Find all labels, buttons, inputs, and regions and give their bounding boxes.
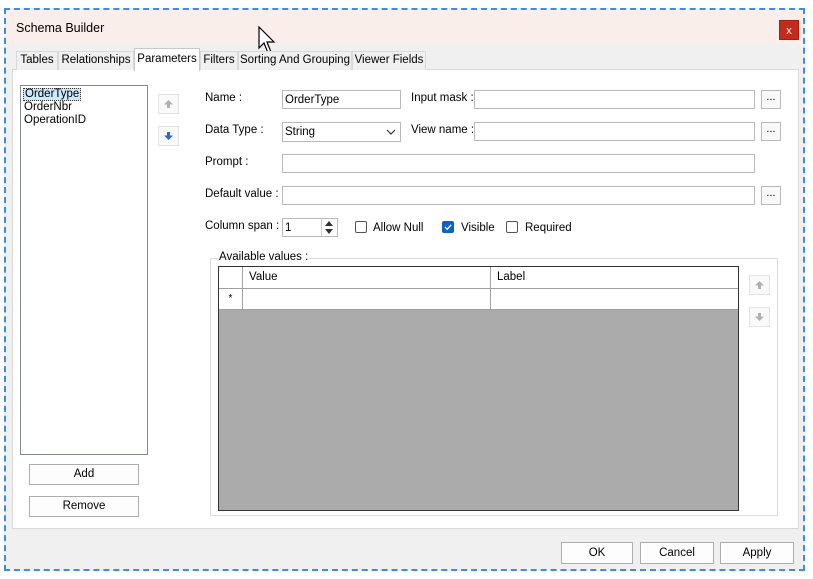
prompt-label: Prompt : [205,156,249,168]
ok-button[interactable]: OK [561,542,633,564]
move-down-button[interactable] [158,126,179,146]
cancel-button[interactable]: Cancel [640,542,714,564]
input-mask-browse-button[interactable]: ... [761,90,781,109]
column-header-value[interactable]: Value [243,267,491,289]
input-mask-label: Input mask : [411,92,474,104]
tab-filters[interactable]: Filters [200,51,238,70]
tab-tables[interactable]: Tables [16,51,58,70]
new-row-label-cell[interactable] [491,289,738,310]
close-button[interactable]: x [779,20,799,40]
window-title: Schema Builder [16,21,105,35]
arrow-down-icon [164,132,173,140]
move-up-button[interactable] [158,94,179,114]
tab-parameters[interactable]: Parameters [134,48,200,71]
allow-null-checkbox[interactable] [355,221,367,233]
arrow-up-icon [755,281,764,289]
view-name-browse-button[interactable]: ... [761,122,781,141]
default-value-browse-button[interactable]: ... [761,186,781,205]
required-checkbox[interactable] [506,221,518,233]
tab-relationships[interactable]: Relationships [58,51,134,70]
visible-checkbox[interactable] [442,221,454,233]
caret-down-icon[interactable] [325,229,333,234]
data-type-label: Data Type : [205,124,264,136]
apply-button[interactable]: Apply [720,542,794,564]
new-row-value-cell[interactable] [243,289,491,310]
column-span-label: Column span : [205,220,280,232]
chevron-down-icon [386,129,396,135]
value-move-down-button[interactable] [749,307,770,327]
required-label: Required [525,222,572,234]
name-input[interactable]: OrderType [282,90,401,109]
arrow-up-icon [164,100,173,108]
input-mask-input[interactable] [474,90,755,109]
title-bar [6,10,803,44]
list-item[interactable]: OperationID [23,114,87,127]
data-type-value: String [285,126,316,138]
value-move-up-button[interactable] [749,275,770,295]
new-row-marker: * [219,289,243,310]
grid-corner-header [219,267,243,289]
arrow-down-icon [755,313,764,321]
default-value-label: Default value : [205,188,279,200]
caret-up-icon[interactable] [325,221,333,226]
available-values-title: Available values : [218,251,310,263]
visible-label: Visible [461,222,495,234]
column-span-value: 1 [285,222,292,234]
data-type-select[interactable]: String [282,122,401,142]
parameter-list[interactable]: OrderType OrderNbr OperationID [20,85,148,455]
column-span-stepper[interactable]: 1 [282,218,338,237]
view-name-label: View name : [411,124,475,136]
stepper-buttons[interactable] [321,219,337,236]
default-value-input[interactable] [282,186,755,205]
available-values-grid[interactable]: Value Label * [218,266,739,511]
list-item[interactable]: OrderType [23,88,82,101]
remove-button[interactable]: Remove [29,496,139,517]
name-label: Name : [205,92,243,104]
view-name-input[interactable] [474,122,755,141]
column-header-label[interactable]: Label [491,267,738,289]
tab-viewer-fields[interactable]: Viewer Fields [352,51,426,70]
checkmark-icon [444,224,452,231]
allow-null-label: Allow Null [373,222,424,234]
add-button[interactable]: Add [29,464,139,485]
list-item[interactable]: OrderNbr [23,101,73,114]
prompt-input[interactable] [282,154,755,173]
tab-sorting-and-grouping[interactable]: Sorting And Grouping [238,51,352,70]
